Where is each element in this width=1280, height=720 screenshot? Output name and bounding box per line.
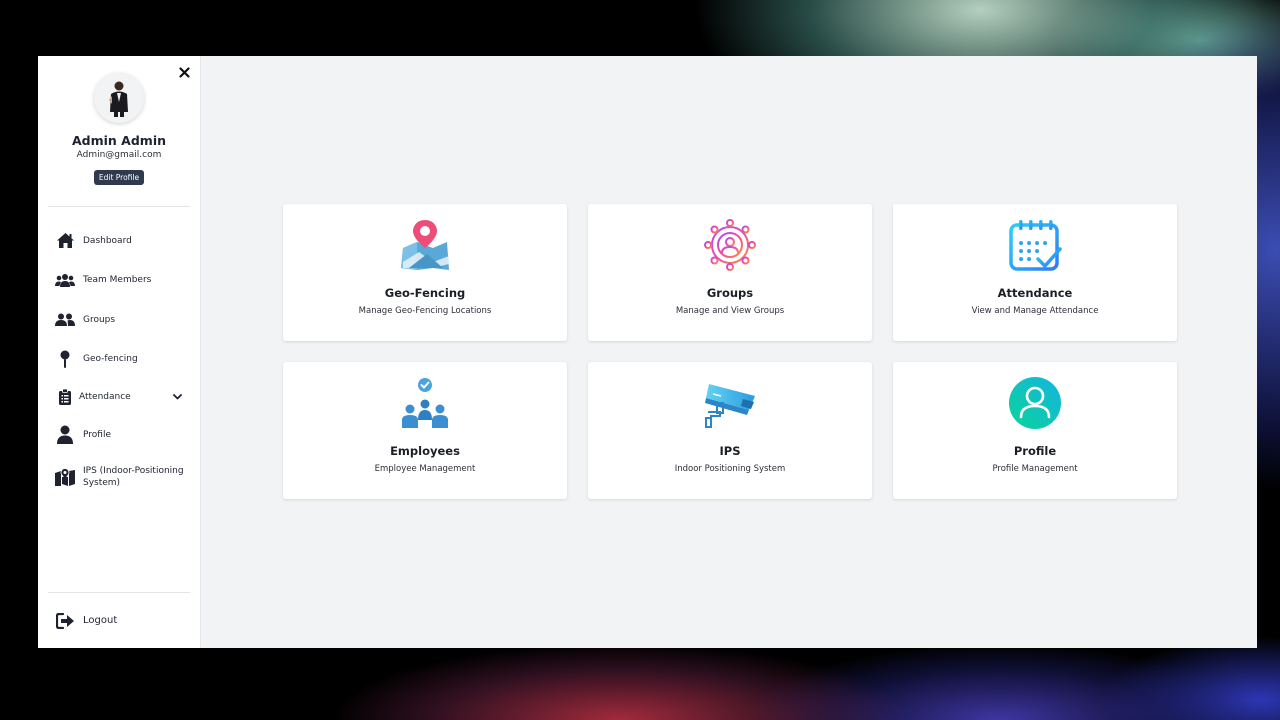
app-window: Admin Admin Admin@gmail.com Edit Profile…: [38, 56, 1257, 648]
card-groups[interactable]: Groups Manage and View Groups: [588, 204, 872, 341]
sidebar-item-label: Groups: [83, 314, 116, 325]
map-pin-icon: [55, 349, 75, 369]
card-description: Manage and View Groups: [675, 306, 785, 316]
user-icon: [55, 425, 75, 445]
user-name: Admin Admin: [71, 133, 166, 148]
card-title: Employees: [390, 444, 460, 458]
card-title: IPS: [719, 444, 741, 458]
sidebar-item-label: IPS (Indoor-Positioning System): [83, 465, 184, 488]
map-location-icon: [55, 467, 75, 487]
cctv-camera-icon: [703, 376, 757, 430]
logout-section: Logout: [38, 592, 200, 648]
card-description: Employee Management: [374, 464, 476, 474]
map-marker-icon: [398, 218, 452, 272]
dashboard-card-grid: Geo-Fencing Manage Geo-Fencing Locations: [283, 204, 1177, 499]
close-sidebar-button[interactable]: [177, 65, 191, 79]
sidebar-item-geo-fencing[interactable]: Geo-fencing: [38, 340, 200, 380]
card-title: Attendance: [997, 286, 1073, 300]
avatar: [94, 73, 144, 123]
card-description: Profile Management: [992, 464, 1078, 474]
sidebar-item-label: Profile: [83, 429, 111, 440]
logout-label: Logout: [83, 615, 118, 626]
card-attendance[interactable]: Attendance View and Manage Attendance: [893, 204, 1177, 341]
sidebar-item-label: Team Members: [83, 275, 152, 286]
sidebar-nav: Dashboard Team Members Groups Geo-fencin…: [38, 207, 200, 499]
edit-profile-button[interactable]: Edit Profile: [93, 170, 145, 185]
card-employees[interactable]: Employees Employee Management: [283, 362, 567, 499]
card-title: Profile: [1013, 444, 1057, 458]
card-description: Manage Geo-Fencing Locations: [358, 306, 492, 316]
profile-block: Admin Admin Admin@gmail.com Edit Profile: [38, 56, 200, 185]
card-title: Groups: [706, 286, 754, 300]
chevron-down-icon[interactable]: [173, 394, 182, 400]
logout-button[interactable]: Logout: [38, 593, 200, 648]
users-icon: [55, 270, 75, 290]
profile-circle-icon: [1008, 376, 1062, 430]
card-title: Geo-Fencing: [384, 286, 466, 300]
sidebar-item-groups[interactable]: Groups: [38, 300, 200, 340]
card-geo-fencing[interactable]: Geo-Fencing Manage Geo-Fencing Locations: [283, 204, 567, 341]
close-icon: [178, 66, 190, 78]
clipboard-icon: [55, 387, 75, 407]
home-icon: [55, 231, 75, 251]
employees-icon: [398, 376, 452, 430]
user-group-icon: [55, 310, 75, 330]
sidebar-item-profile[interactable]: Profile: [38, 415, 200, 455]
sidebar-item-label: Dashboard: [83, 235, 132, 246]
card-profile[interactable]: Profile Profile Management: [893, 362, 1177, 499]
group-network-icon: [703, 218, 757, 272]
sidebar-item-team-members[interactable]: Team Members: [38, 261, 200, 301]
main-content: Geo-Fencing Manage Geo-Fencing Locations: [201, 56, 1257, 648]
sidebar-item-ips[interactable]: IPS (Indoor-Positioning System): [38, 455, 200, 499]
sign-out-icon: [55, 611, 75, 631]
avatar-person-icon: [109, 81, 128, 117]
sidebar: Admin Admin Admin@gmail.com Edit Profile…: [38, 56, 201, 648]
card-description: View and Manage Attendance: [971, 306, 1099, 316]
sidebar-item-attendance[interactable]: Attendance: [38, 379, 200, 415]
card-description: Indoor Positioning System: [674, 464, 786, 474]
card-ips[interactable]: IPS Indoor Positioning System: [588, 362, 872, 499]
sidebar-item-label: Geo-fencing: [83, 354, 138, 365]
calendar-check-icon: [1008, 218, 1062, 272]
user-email: Admin@gmail.com: [76, 150, 162, 160]
sidebar-item-label: Attendance: [79, 392, 131, 402]
sidebar-item-dashboard[interactable]: Dashboard: [38, 221, 200, 261]
